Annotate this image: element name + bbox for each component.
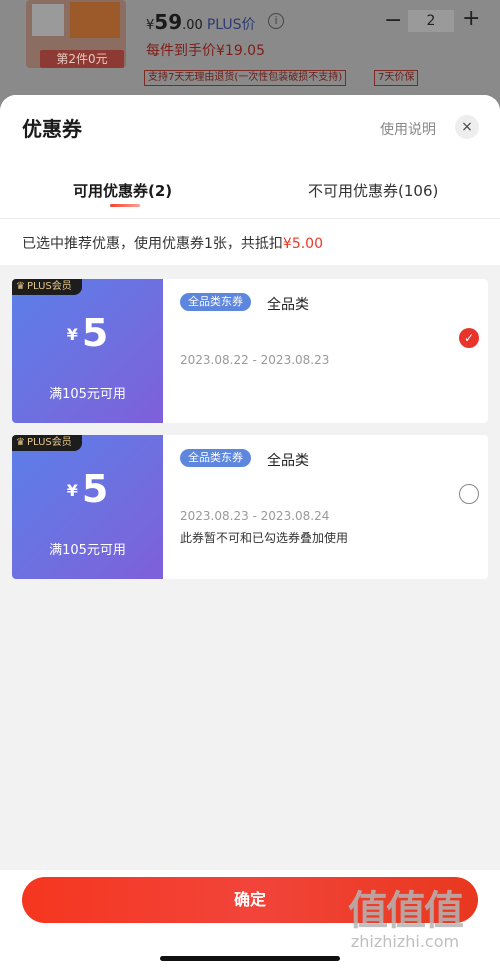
coupon-amount: ¥5: [12, 311, 163, 355]
coupon-sheet: 优惠券 使用说明 × 可用优惠券(2) 不可用优惠券(106) 已选中推荐优惠，…: [0, 95, 500, 971]
summary-prefix: 已选中推荐优惠，使用优惠券1张，共抵扣: [22, 236, 283, 252]
product-image-part: [70, 2, 120, 38]
active-tab-indicator: [110, 204, 140, 207]
sheet-title: 优惠券: [22, 117, 82, 141]
crown-icon: ♛: [16, 437, 25, 448]
usage-instructions-link[interactable]: 使用说明: [380, 119, 436, 139]
crown-icon: ♛: [16, 281, 25, 292]
price-integer: 59: [154, 10, 183, 34]
coupon-checkbox-checked[interactable]: ✓: [459, 328, 479, 348]
info-icon[interactable]: i: [268, 13, 284, 29]
coupon-card[interactable]: ♛ PLUS会员 ¥5 满105元可用 全品类东券 全品类 2023.08.23 …: [12, 435, 488, 579]
quantity-minus-button[interactable]: −: [384, 8, 402, 33]
watermark-logo: 值值值: [348, 888, 464, 934]
watermark-url: zhizhizhi.com: [350, 932, 460, 951]
coupon-value-panel: ♛ PLUS会员 ¥5 满105元可用: [12, 279, 163, 423]
tab-unavailable-coupons[interactable]: 不可用优惠券(106): [308, 180, 438, 201]
tab-available-coupons[interactable]: 可用优惠券(2): [73, 180, 172, 201]
currency-symbol: ¥: [66, 325, 78, 344]
coupon-card[interactable]: ♛ PLUS会员 ¥5 满105元可用 全品类东券 全品类 2023.08.22 …: [12, 279, 488, 423]
site-watermark: 值值值 zhizhizhi.com: [348, 888, 464, 951]
summary-text: 已选中推荐优惠，使用优惠券1张，共抵扣¥5.00: [22, 233, 323, 253]
plus-member-tag: ♛ PLUS会员: [12, 279, 82, 295]
price-decimal: .00: [182, 18, 203, 33]
amount-number: 5: [81, 311, 109, 355]
service-tag-return: 支持7天无理由退货(一次性包装破损不支持): [144, 70, 347, 86]
currency-symbol: ¥: [66, 481, 78, 500]
selection-summary: 已选中推荐优惠，使用优惠券1张，共抵扣¥5.00: [0, 219, 500, 265]
each-price-text: 每件到手价¥19.05: [146, 43, 265, 59]
coupon-checkbox-unchecked[interactable]: [459, 484, 479, 504]
close-icon[interactable]: ×: [455, 115, 479, 139]
quantity-input[interactable]: 2: [408, 10, 454, 32]
background-product-area: 第2件0元 ¥59.00 PLUS价 i − 2 + 每件到手价¥19.05 支持…: [0, 0, 500, 110]
amount-number: 5: [81, 467, 109, 511]
member-tag-label: PLUS会员: [26, 437, 72, 448]
product-image-part: [32, 4, 64, 36]
home-indicator: [160, 956, 340, 961]
product-price: ¥59.00 PLUS价: [146, 10, 256, 34]
service-tag-price-protect: 7天价保: [374, 70, 419, 86]
summary-amount: ¥5.00: [282, 236, 323, 252]
coupon-scope: 全品类: [267, 453, 309, 469]
coupon-amount: ¥5: [12, 467, 163, 511]
quantity-plus-button[interactable]: +: [462, 6, 480, 31]
product-promo-badge: 第2件0元: [40, 50, 124, 68]
coupon-value-panel: ♛ PLUS会员 ¥5 满105元可用: [12, 435, 163, 579]
coupon-type-badge: 全品类东券: [180, 449, 251, 467]
member-tag-label: PLUS会员: [26, 281, 72, 292]
plus-price-tag: PLUS价: [206, 17, 256, 33]
sheet-header: 优惠券 使用说明 × 可用优惠券(2) 不可用优惠券(106): [0, 95, 500, 219]
coupon-threshold: 满105元可用: [49, 543, 126, 558]
coupon-type-badge: 全品类东券: [180, 293, 251, 311]
coupon-stacking-note: 此券暂不可和已勾选券叠加使用: [180, 531, 349, 545]
coupon-date-range: 2023.08.23 - 2023.08.24: [180, 509, 330, 523]
coupon-threshold: 满105元可用: [49, 387, 126, 402]
plus-member-tag: ♛ PLUS会员: [12, 435, 82, 451]
coupon-scope: 全品类: [267, 297, 309, 313]
coupon-date-range: 2023.08.22 - 2023.08.23: [180, 353, 330, 367]
